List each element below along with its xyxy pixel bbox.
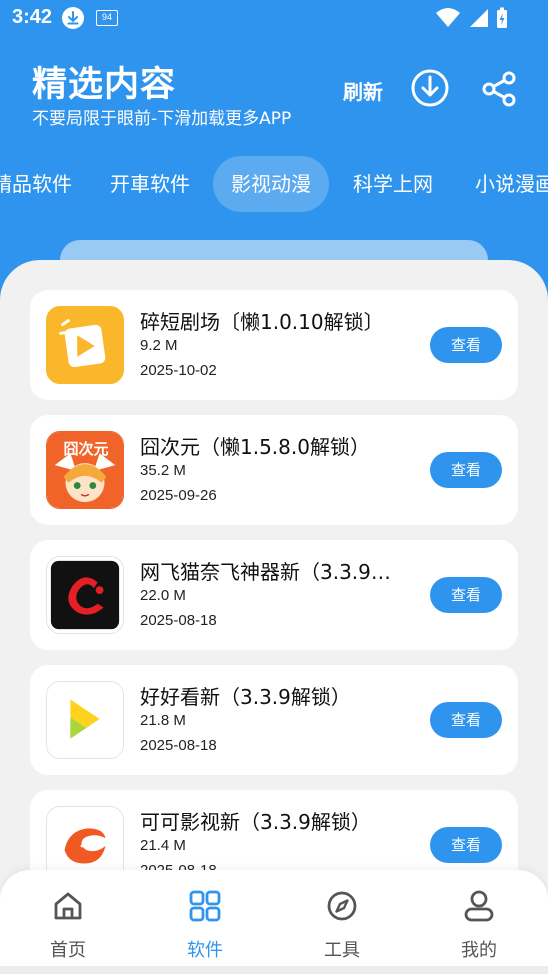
nav-mine[interactable]: 我的 (439, 888, 519, 962)
wifi-icon (436, 8, 460, 27)
app-size: 22.0 M (140, 587, 186, 604)
anime-girl-icon: 囧次元 (46, 431, 124, 509)
view-button[interactable]: 查看 (430, 702, 502, 738)
view-button[interactable]: 查看 (430, 327, 502, 363)
app-card[interactable]: 好好看新（3.3.9解锁） 21.8 M 2025-08-18 查看 (30, 665, 518, 775)
tab-boutique-software[interactable]: 精品软件 (0, 156, 72, 212)
view-button[interactable]: 查看 (430, 452, 502, 488)
grid-icon (189, 890, 221, 922)
page-title: 精选内容 (32, 65, 177, 105)
download-icon (411, 69, 449, 107)
app-date: 2025-09-26 (140, 487, 217, 504)
home-icon (54, 892, 82, 920)
view-button[interactable]: 查看 (430, 577, 502, 613)
app-name: 网飞猫奈飞神器新（3.3.9解锁） (140, 560, 408, 584)
app-name: 碎短剧场〔懒1.0.10解锁〕 (140, 310, 384, 334)
share-icon (482, 71, 516, 107)
nav-tools[interactable]: 工具 (302, 888, 382, 962)
red-c-icon (46, 556, 124, 634)
page-subtitle: 不要局限于眼前-下滑加载更多APP (32, 109, 292, 129)
nav-label: 工具 (324, 940, 360, 961)
download-notification-icon (62, 7, 84, 29)
battery-icon (497, 7, 507, 28)
icon-text: 囧次元 (63, 440, 109, 458)
download-button[interactable] (410, 68, 450, 108)
status-time: 3:42 (12, 6, 53, 28)
app-card[interactable]: 囧次元 囧次元（懒1.5.8.0解锁） 35.2 M 2025-09-26 查看 (30, 415, 518, 525)
app-size: 21.4 M (140, 837, 186, 854)
app-list: 碎短剧场〔懒1.0.10解锁〕 9.2 M 2025-10-02 查看 囧次元 … (0, 260, 548, 974)
status-right-icons (436, 6, 508, 30)
signal-icon (470, 9, 488, 27)
home-indicator (0, 966, 548, 974)
app-size: 35.2 M (140, 462, 186, 479)
user-icon (464, 890, 494, 922)
view-button[interactable]: 查看 (430, 827, 502, 863)
tab-film-anime[interactable]: 影视动漫 (213, 156, 329, 212)
app-size: 21.8 M (140, 712, 186, 729)
play-chevron-icon (46, 681, 124, 759)
nav-label: 我的 (461, 940, 497, 961)
app-card[interactable]: 碎短剧场〔懒1.0.10解锁〕 9.2 M 2025-10-02 查看 (30, 290, 518, 400)
nav-label: 软件 (187, 940, 223, 961)
nav-home[interactable]: 首页 (28, 888, 108, 962)
tab-novel-comic[interactable]: 小说漫画 (475, 156, 548, 212)
compass-icon (327, 891, 357, 921)
notification-badge-icon: 94 (96, 10, 118, 26)
app-date: 2025-08-18 (140, 612, 217, 629)
short-drama-play-icon (46, 306, 124, 384)
category-tabs: 精品软件 开車软件 影视动漫 科学上网 小说漫画 (0, 156, 548, 212)
share-button[interactable] (480, 70, 518, 108)
app-name: 可可影视新（3.3.9解锁） (140, 810, 371, 834)
app-date: 2025-08-18 (140, 737, 217, 754)
bottom-navigation: 首页 软件 工具 我的 (0, 870, 548, 974)
nav-software[interactable]: 软件 (165, 888, 245, 962)
app-size: 9.2 M (140, 337, 178, 354)
tab-driving-software[interactable]: 开車软件 (110, 156, 190, 212)
app-name: 囧次元（懒1.5.8.0解锁） (140, 435, 370, 459)
refresh-button[interactable]: 刷新 (343, 76, 383, 105)
app-date: 2025-10-02 (140, 362, 217, 379)
app-card[interactable]: 网飞猫奈飞神器新（3.3.9解锁） 22.0 M 2025-08-18 查看 (30, 540, 518, 650)
status-bar: 3:42 94 (0, 0, 548, 38)
nav-label: 首页 (50, 940, 86, 961)
tab-science-internet[interactable]: 科学上网 (353, 156, 433, 212)
app-name: 好好看新（3.3.9解锁） (140, 685, 351, 709)
